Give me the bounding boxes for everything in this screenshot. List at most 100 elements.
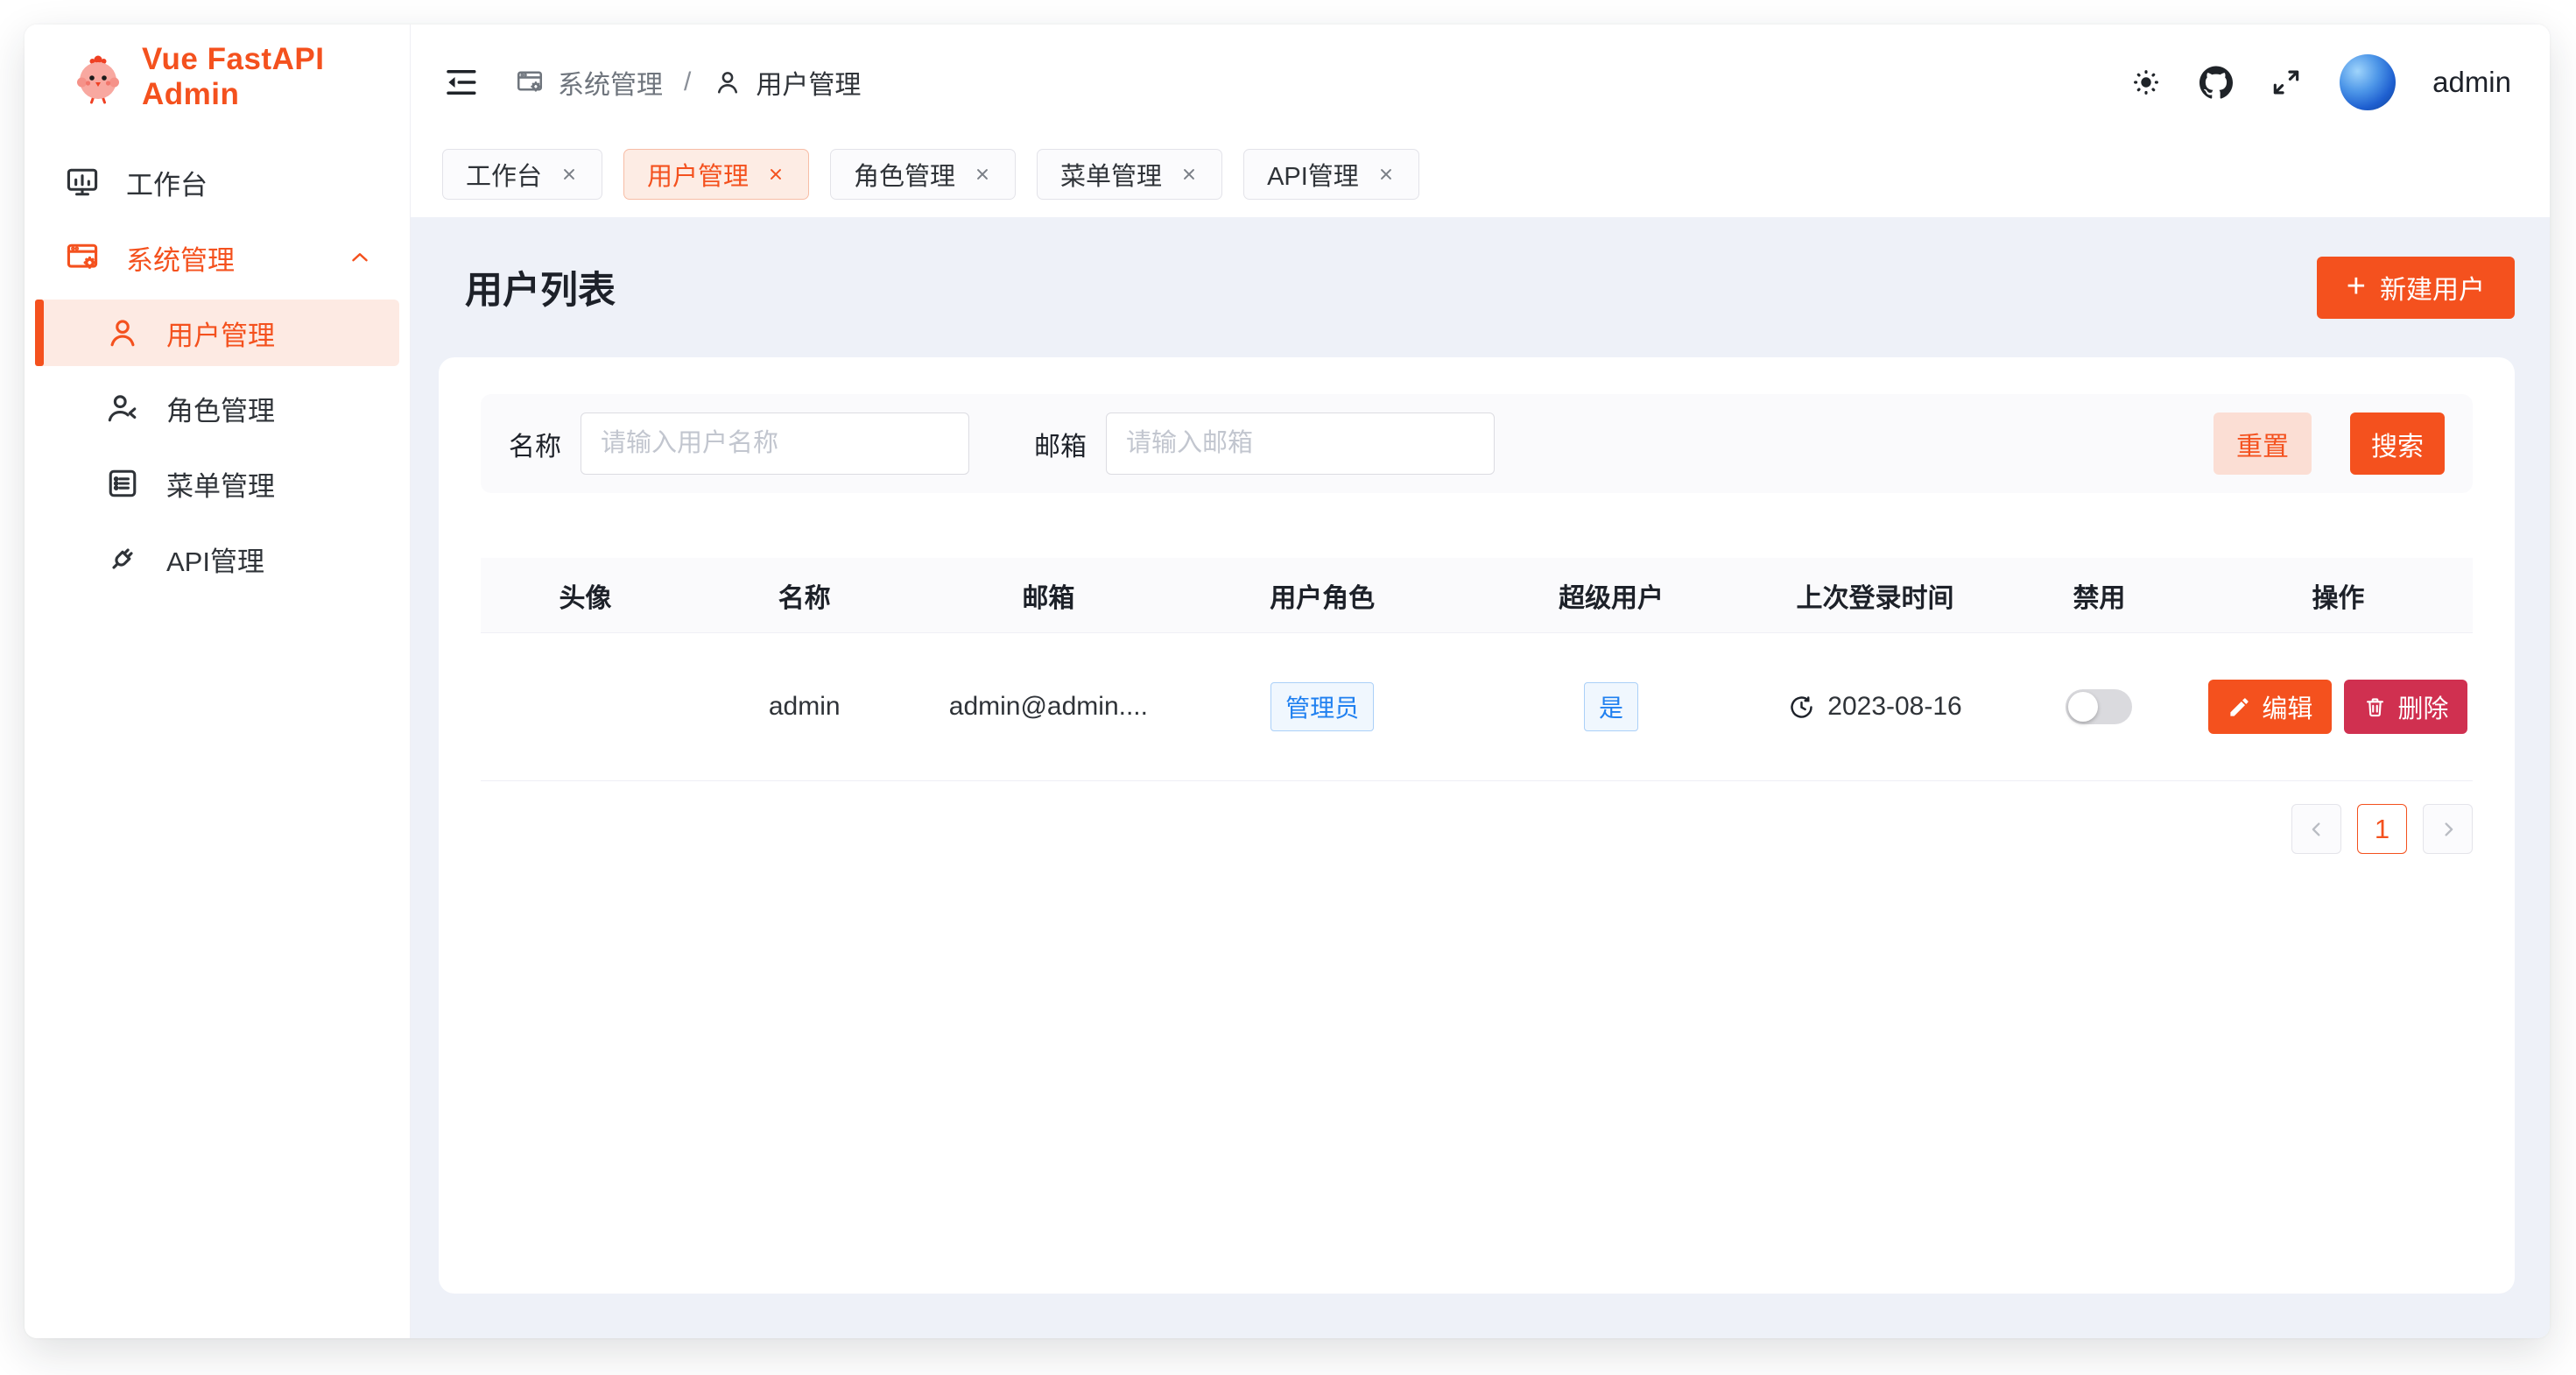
sidebar: Vue FastAPI Admin 工作台 系统管理 [25, 25, 411, 1338]
col-header-superuser: 超级用户 [1467, 576, 1756, 615]
app-window: Vue FastAPI Admin 工作台 系统管理 [25, 25, 2550, 1338]
email-filter-label: 邮箱 [1034, 425, 1087, 463]
role-tag: 管理员 [1270, 682, 1374, 731]
col-header-actions: 操作 [2204, 576, 2473, 615]
breadcrumb-separator: / [684, 67, 691, 97]
tab-label: 角色管理 [854, 156, 955, 193]
tabs-bar: 工作台 用户管理 角色管理 菜单管理 API管理 [411, 140, 2550, 217]
superuser-tag: 是 [1584, 682, 1638, 731]
delete-button[interactable]: 删除 [2344, 680, 2467, 734]
pagination-page-1[interactable]: 1 [2357, 804, 2407, 854]
user-icon [103, 314, 142, 352]
tab-workbench[interactable]: 工作台 [442, 149, 602, 200]
edit-button[interactable]: 编辑 [2208, 680, 2332, 734]
col-header-disabled: 禁用 [1995, 576, 2204, 615]
pagination-next-button[interactable] [2423, 804, 2473, 854]
last-login-value: 2023-08-16 [1827, 692, 1961, 722]
sidebar-item-system[interactable]: 系统管理 [25, 224, 410, 291]
page-title: 用户列表 [465, 260, 616, 314]
tab-close-icon[interactable] [560, 165, 579, 184]
table-header-row: 头像 名称 邮箱 用户角色 超级用户 上次登录时间 禁用 操作 [481, 558, 2473, 633]
api-plug-icon [103, 539, 142, 578]
tab-menus[interactable]: 菜单管理 [1037, 149, 1222, 200]
chevron-left-icon [2305, 817, 2329, 842]
tab-close-icon[interactable] [973, 165, 992, 184]
sidebar-item-users[interactable]: 用户管理 [35, 300, 399, 366]
search-button[interactable]: 搜索 [2350, 412, 2445, 475]
collapse-sidebar-button[interactable] [442, 64, 479, 101]
reset-button[interactable]: 重置 [2214, 412, 2312, 475]
chick-logo-icon [70, 49, 126, 105]
user-avatar[interactable] [2340, 54, 2396, 110]
sidebar-menu: 工作台 系统管理 [25, 130, 410, 592]
system-manage-icon [514, 67, 545, 98]
chevron-up-icon [347, 244, 373, 271]
tab-label: 菜单管理 [1060, 156, 1162, 193]
delete-button-label: 删除 [2397, 688, 2448, 725]
edit-button-label: 编辑 [2262, 688, 2312, 725]
name-filter-label: 名称 [509, 425, 561, 463]
breadcrumb-item-users[interactable]: 用户管理 [712, 63, 861, 102]
breadcrumb: 系统管理 / 用户管理 [514, 63, 861, 102]
pagination: 1 [481, 804, 2473, 854]
sidebar-item-label: 用户管理 [166, 314, 275, 353]
filter-bar: 名称 邮箱 重置 搜索 [481, 394, 2473, 493]
clock-icon [1788, 694, 1815, 721]
username-label[interactable]: admin [2432, 66, 2511, 99]
github-link-button[interactable] [2199, 66, 2233, 99]
disabled-toggle[interactable] [2066, 689, 2132, 724]
tab-roles[interactable]: 角色管理 [830, 149, 1016, 200]
tab-label: 用户管理 [647, 156, 749, 193]
trash-icon [2363, 695, 2387, 719]
col-header-avatar: 头像 [481, 576, 690, 615]
logo[interactable]: Vue FastAPI Admin [25, 25, 410, 130]
col-header-name: 名称 [690, 576, 919, 615]
toggle-knob [2068, 692, 2098, 722]
col-header-role: 用户角色 [1178, 576, 1467, 615]
active-indicator-bar [35, 300, 44, 366]
tab-close-icon[interactable] [1179, 165, 1199, 184]
tab-users[interactable]: 用户管理 [623, 149, 809, 200]
chevron-right-icon [2436, 817, 2460, 842]
users-table: 头像 名称 邮箱 用户角色 超级用户 上次登录时间 禁用 操作 admin ad… [481, 558, 2473, 781]
user-icon [712, 67, 743, 98]
fullscreen-icon [2270, 66, 2303, 99]
system-manage-icon [63, 238, 102, 277]
menu-list-icon [103, 464, 142, 503]
col-header-last-login: 上次登录时间 [1756, 576, 1995, 615]
github-icon [2199, 66, 2233, 99]
sidebar-item-workbench[interactable]: 工作台 [25, 149, 410, 215]
workbench-icon [63, 163, 102, 201]
pagination-prev-button[interactable] [2291, 804, 2341, 854]
tab-close-icon[interactable] [1376, 165, 1396, 184]
tab-close-icon[interactable] [766, 165, 785, 184]
theme-toggle-button[interactable] [2129, 66, 2163, 99]
new-user-button[interactable]: + 新建用户 [2317, 257, 2515, 319]
sidebar-item-roles[interactable]: 角色管理 [25, 375, 410, 441]
breadcrumb-label: 系统管理 [558, 63, 663, 102]
app-title: Vue FastAPI Admin [142, 42, 410, 112]
sidebar-item-label: 菜单管理 [166, 464, 275, 504]
pencil-icon [2228, 695, 2251, 719]
row-name: admin [690, 692, 919, 722]
col-header-email: 邮箱 [919, 576, 1179, 615]
sidebar-item-label: 工作台 [126, 163, 208, 202]
breadcrumb-label: 用户管理 [756, 63, 861, 102]
name-filter-input[interactable] [581, 412, 969, 475]
fullscreen-button[interactable] [2270, 66, 2303, 99]
menu-fold-icon [442, 64, 479, 101]
topbar: 系统管理 / 用户管理 [411, 25, 2550, 140]
page-content: 用户列表 + 新建用户 名称 邮箱 重置 搜索 [411, 217, 2550, 1338]
row-email: admin@admin.... [919, 692, 1179, 722]
tab-api[interactable]: API管理 [1243, 149, 1419, 200]
email-filter-input[interactable] [1106, 412, 1495, 475]
sidebar-item-label: API管理 [166, 539, 264, 579]
main-area: 系统管理 / 用户管理 [411, 25, 2550, 1338]
tab-label: API管理 [1267, 156, 1359, 193]
content-card: 名称 邮箱 重置 搜索 头像 名称 邮箱 用户角色 超级用户 上次登录 [439, 357, 2515, 1294]
sidebar-item-menus[interactable]: 菜单管理 [25, 450, 410, 517]
breadcrumb-item-system[interactable]: 系统管理 [514, 63, 663, 102]
sidebar-item-api[interactable]: API管理 [25, 525, 410, 592]
role-icon [103, 389, 142, 427]
theme-sun-icon [2129, 66, 2163, 99]
